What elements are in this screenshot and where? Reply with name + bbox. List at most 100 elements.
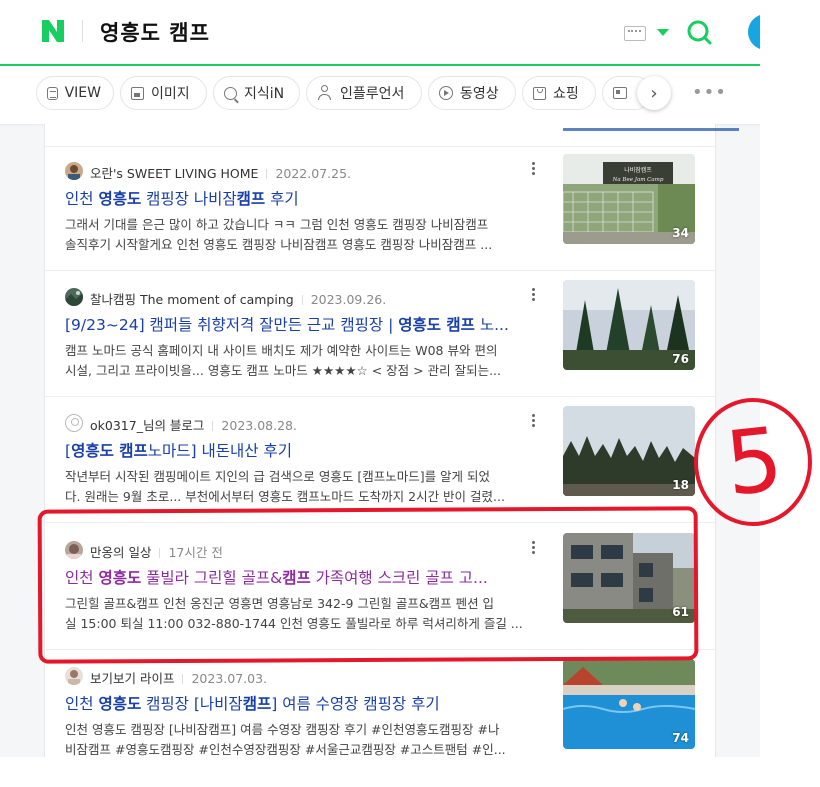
title-text: 캠핑장 [나비잠 [141,695,243,713]
more-options-icon[interactable]: ••• [692,82,727,103]
dropdown-arrow-icon[interactable] [657,29,669,36]
blog-avatar[interactable] [65,667,83,685]
image-icon [131,86,144,100]
title-keyword: 캠프 [282,569,311,587]
snippet-line: 그린힐 골프&캠프 인천 옹진군 영흥면 영흥남로 342-9 그린힐 골프&캠… [65,596,495,611]
tab-shopping[interactable]: 쇼핑 [522,76,596,110]
result-item-highlighted: 만옹의 일상 17시간 전 인천 영흥도 풀빌라 그린힐 골프&캠프 가족여행 스… [45,533,715,661]
author-name[interactable]: 오란's SWEET LIVING HOME [90,166,258,181]
search-query-input[interactable]: 영흥도 캠프 [100,17,210,47]
result-divider [45,396,715,397]
default-avatar-icon[interactable] [65,414,83,432]
tab-label: 이미지 [151,86,190,102]
author-name[interactable]: ok0317_님의 블로그 [90,418,204,433]
result-title-link[interactable]: [영흥도 캠프노마드] 내돈내산 후기 [65,439,535,461]
result-thumbnail[interactable]: 61 [563,533,695,623]
snippet-line: 다. 원래는 9월 초로... 부천에서부터 영흥도 캠프노마드 도착까지 2시… [65,489,505,504]
title-keyword: 영흥도 [98,695,142,713]
previous-result-link-edge [563,124,739,131]
snippet-line: 그래서 기대를 은근 많이 하고 갔습니다 ㅋㅋ 그럼 인천 영흥도 캠핑장 나… [65,217,489,232]
title-text: 인천 [65,695,99,713]
result-title-link[interactable]: [9/23~24] 캠퍼들 취향저격 잘만든 근교 캠핑장 | 영흥도 캠프 노… [65,313,535,335]
blog-avatar[interactable] [65,288,83,306]
more-vertical-icon[interactable] [531,288,535,302]
title-text: 노마드] 내돈내산 후기 [147,442,293,460]
title-keyword: 영흥도 캠프 [71,442,148,460]
snippet-line: 실 15:00 퇴실 11:00 032-880-1744 인천 영흥도 풀빌라… [65,616,523,631]
result-snippet[interactable]: 캠프 노마드 공식 홈페이지 내 사이트 배치도 제가 예약한 사이트는 W08… [65,341,535,381]
title-text: 노... [474,316,509,334]
snippet-line: 시설, 그리고 프라이빗을... 영흥도 캠프 노마드 ★★★★☆ < 장점 >… [65,363,501,378]
results-panel: 오란's SWEET LIVING HOME 2022.07.25. 인천 영흥도… [44,124,739,757]
result-title-link[interactable]: 인천 영흥도 풀빌라 그린힐 골프&캠프 가족여행 스크린 골프 고... [65,566,535,588]
post-date: 2023.08.28. [204,418,297,433]
result-title-link[interactable]: 인천 영흥도 캠핑장 나비잠캠프 후기 [65,187,535,209]
post-date: 17시간 전 [151,545,222,560]
result-thumbnail[interactable]: 74 [563,659,695,749]
title-text: 인천 [65,569,99,587]
result-thumbnail[interactable]: 18 [563,406,695,496]
title-keyword: 캠프 [242,695,272,713]
question-icon [224,86,237,100]
title-text: ] 여름 수영장 캠핑장 후기 [271,695,440,713]
result-thumbnail[interactable]: 76 [563,280,695,370]
snippet-line: 작년부터 시작된 캠핑메이트 지인의 급 검색으로 영흥도 [캠프노마드]를 알… [65,469,491,484]
blog-author[interactable]: 오란's SWEET LIVING HOME 2022.07.25. [90,163,351,182]
post-date: 2022.07.25. [258,166,351,181]
search-icon[interactable] [686,19,712,45]
image-count: 18 [672,478,689,492]
result-snippet[interactable]: 그린힐 골프&캠프 인천 옹진군 영흥면 영흥남로 342-9 그린힐 골프&캠… [65,594,535,634]
sign-text-en: Na Bee Jam Camp [612,177,664,183]
author-name[interactable]: 찰나캠핑 The moment of camping [90,292,294,307]
tab-video[interactable]: 동영상 [428,76,516,110]
naver-logo[interactable] [40,18,66,44]
header-divider [82,20,83,42]
play-icon [439,86,453,100]
right-margin [760,0,820,757]
result-item: 보기보기 라이프 2023.07.03. 인천 영흥도 캠핑장 [나비잠캠프] 여… [45,659,715,787]
tab-kin[interactable]: 지식iN [213,76,300,110]
result-item: 찰나캠핑 The moment of camping 2023.09.26. [9… [45,280,715,408]
image-count: 74 [672,731,689,745]
snippet-line: 비잠캠프 #영흥도캠핑장 #인천수영장캠핑장 #서울근교캠핑장 #고스트팬텀 #… [65,742,506,757]
blog-author[interactable]: ok0317_님의 블로그 2023.08.28. [90,415,297,434]
title-text: 캠핑장 나비잠 [141,190,237,208]
result-snippet[interactable]: 인천 영흥도 캠핑장 [나비잠캠프] 여름 수영장 캠핑장 후기 #인천영흥도캠… [65,720,535,760]
tab-label: 쇼핑 [553,86,579,102]
result-item: ok0317_님의 블로그 2023.08.28. [영흥도 캠프노마드] 내돈내… [45,406,715,534]
more-vertical-icon[interactable] [531,541,535,555]
tab-view[interactable]: VIEW [36,76,114,110]
more-vertical-icon[interactable] [531,414,535,428]
tab-image[interactable]: 이미지 [120,76,207,110]
snippet-line: 캠프 노마드 공식 홈페이지 내 사이트 배치도 제가 예약한 사이트는 W08… [65,343,498,358]
more-vertical-icon[interactable] [531,162,535,176]
title-keyword: 영흥도 [98,190,142,208]
result-divider [45,649,715,650]
blog-author[interactable]: 보기보기 라이프 2023.07.03. [90,668,267,687]
result-snippet[interactable]: 그래서 기대를 은근 많이 하고 갔습니다 ㅋㅋ 그럼 인천 영흥도 캠핑장 나… [65,215,535,255]
search-header: 영흥도 캠프 [0,0,784,66]
title-text: 인천 [65,190,99,208]
result-title-link[interactable]: 인천 영흥도 캠핑장 [나비잠캠프] 여름 수영장 캠핑장 후기 [65,692,535,714]
blog-author[interactable]: 찰나캠핑 The moment of camping 2023.09.26. [90,289,386,308]
result-snippet[interactable]: 작년부터 시작된 캠핑메이트 지인의 급 검색으로 영흥도 [캠프노마드]를 알… [65,467,535,507]
blog-author[interactable]: 만옹의 일상 17시간 전 [90,542,223,561]
blog-avatar[interactable] [65,162,83,180]
sign-text: 나비잠캠프 [624,166,652,174]
result-divider [45,522,715,523]
author-name[interactable]: 만옹의 일상 [90,545,151,560]
post-date: 2023.07.03. [174,671,267,686]
result-item: 오란's SWEET LIVING HOME 2022.07.25. 인천 영흥도… [45,154,715,282]
blog-avatar[interactable] [65,541,83,559]
tab-label: VIEW [64,85,101,101]
document-icon [47,86,58,100]
image-count: 34 [672,226,689,240]
result-divider [45,270,715,271]
tabs-next-button[interactable]: › [637,76,671,110]
keyboard-icon[interactable] [624,26,646,41]
tab-influencer[interactable]: 인플루언서 [306,76,422,110]
result-thumbnail[interactable]: 나비잠캠프 Na Bee Jam Camp 34 [563,154,695,244]
tab-label: 인플루언서 [340,86,405,102]
author-name[interactable]: 보기보기 라이프 [90,671,174,686]
title-text: [9/23~24] 캠퍼들 취향저격 잘만든 근교 캠핑장 | [65,316,399,334]
